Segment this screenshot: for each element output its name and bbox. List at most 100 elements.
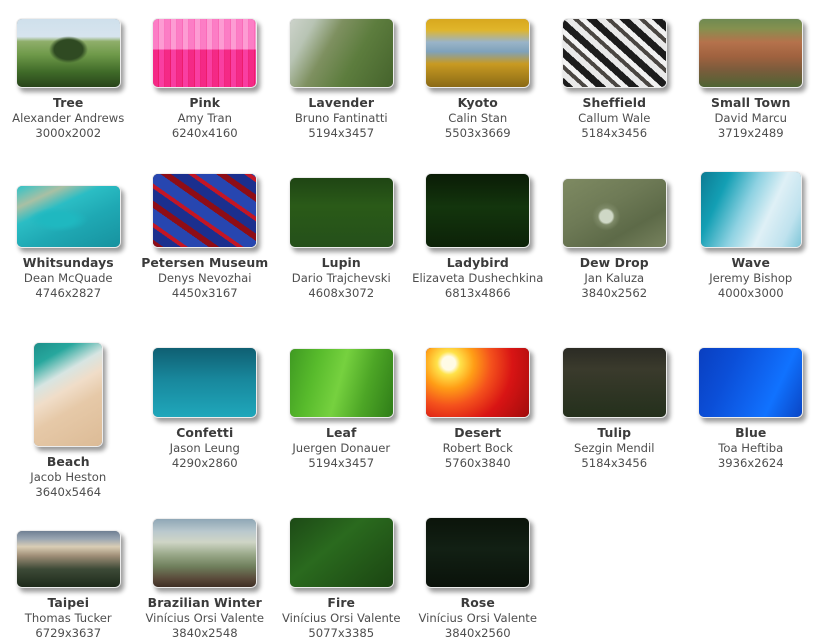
wallpaper-card[interactable]: Kyoto Calin Stan 5503x3669 <box>410 0 547 160</box>
wallpaper-title: Wave <box>731 255 770 270</box>
wallpaper-card[interactable]: Small Town David Marcu 3719x2489 <box>683 0 820 160</box>
wallpaper-card[interactable]: Whitsundays Dean McQuade 4746x2827 <box>0 160 137 330</box>
wallpaper-image <box>34 343 103 447</box>
wallpaper-labels: Confetti Jason Leung 4290x2860 <box>137 425 273 471</box>
wallpaper-dimensions: 6813x4866 <box>444 285 511 300</box>
wallpaper-dimensions: 3936x2624 <box>717 455 784 470</box>
thumbnail-area <box>410 330 547 418</box>
wallpaper-author: Alexander Andrews <box>12 110 125 125</box>
wallpaper-dimensions: 3840x2562 <box>581 285 648 300</box>
wallpaper-image <box>289 178 393 247</box>
wallpaper-labels: Desert Robert Bock 5760x3840 <box>410 425 546 471</box>
wallpaper-title: Lupin <box>321 255 361 270</box>
wallpaper-dimensions: 4450x3167 <box>171 285 238 300</box>
wallpaper-title: Confetti <box>176 425 234 440</box>
wallpaper-thumbnail[interactable] <box>425 173 531 248</box>
thumbnail-area <box>410 0 547 88</box>
wallpaper-dimensions: 3000x2002 <box>35 125 102 140</box>
wallpaper-card[interactable]: Beach Jacob Heston 3640x5464 <box>0 330 137 500</box>
wallpaper-author: Dean McQuade <box>23 270 113 285</box>
wallpaper-card[interactable]: Ladybird Elizaveta Dushechkina 6813x4866 <box>410 160 547 330</box>
wallpaper-thumbnail[interactable] <box>33 342 104 448</box>
wallpaper-title: Pink <box>189 95 221 110</box>
wallpaper-thumbnail[interactable] <box>698 347 804 418</box>
wallpaper-labels: Blue Toa Heftiba 3936x2624 <box>683 425 819 471</box>
wallpaper-labels: Petersen Museum Denys Nevozhai 4450x3167 <box>137 255 273 301</box>
wallpaper-thumbnail[interactable] <box>152 173 258 248</box>
wallpaper-author: Toa Heftiba <box>718 440 784 455</box>
wallpaper-thumbnail[interactable] <box>699 171 802 248</box>
wallpaper-labels: Sheffield Callum Wale 5184x3456 <box>546 95 682 141</box>
wallpaper-title: Dew Drop <box>579 255 649 270</box>
wallpaper-card[interactable]: Petersen Museum Denys Nevozhai 4450x3167 <box>137 160 274 330</box>
wallpaper-title: Leaf <box>326 425 357 440</box>
wallpaper-card[interactable]: Wave Jeremy Bishop 4000x3000 <box>683 160 820 330</box>
thumbnail-area <box>683 330 820 418</box>
wallpaper-author: Jacob Heston <box>30 470 107 485</box>
wallpaper-image <box>289 349 393 417</box>
wallpaper-author: Juergen Donauer <box>292 440 391 455</box>
wallpaper-image <box>699 348 803 417</box>
wallpaper-card[interactable]: Pink Amy Tran 6240x4160 <box>137 0 274 160</box>
wallpaper-thumbnail[interactable] <box>561 347 667 418</box>
wallpaper-card[interactable]: Desert Robert Bock 5760x3840 <box>410 330 547 500</box>
wallpaper-image <box>153 19 257 87</box>
wallpaper-title: Tree <box>53 95 84 110</box>
wallpaper-dimensions: 4290x2860 <box>171 455 238 470</box>
thumbnail-area <box>273 160 410 248</box>
wallpaper-thumbnail[interactable] <box>288 348 394 418</box>
wallpaper-thumbnail[interactable] <box>152 18 258 88</box>
wallpaper-card[interactable]: Rose Vinícius Orsi Valente 3840x2560 <box>410 500 547 644</box>
wallpaper-thumbnail[interactable] <box>698 18 804 88</box>
wallpaper-image <box>562 179 666 247</box>
wallpaper-card[interactable]: Leaf Juergen Donauer 5194x3457 <box>273 330 410 500</box>
wallpaper-labels: Lavender Bruno Fantinatti 5194x3457 <box>273 95 409 141</box>
wallpaper-dimensions: 6240x4160 <box>171 125 238 140</box>
thumbnail-area <box>273 0 410 88</box>
wallpaper-thumbnail[interactable] <box>288 517 394 588</box>
wallpaper-title: Fire <box>327 595 356 610</box>
wallpaper-labels: Fire Vinícius Orsi Valente 5077x3385 <box>273 595 409 641</box>
thumbnail-area <box>273 330 410 418</box>
thumbnail-area <box>0 500 137 588</box>
wallpaper-card[interactable]: Tulip Sezgin Mendil 5184x3456 <box>546 330 683 500</box>
wallpaper-card[interactable]: Blue Toa Heftiba 3936x2624 <box>683 330 820 500</box>
wallpaper-image <box>153 174 257 247</box>
wallpaper-labels: Pink Amy Tran 6240x4160 <box>137 95 273 141</box>
wallpaper-thumbnail[interactable] <box>152 518 258 588</box>
wallpaper-card[interactable]: Lavender Bruno Fantinatti 5194x3457 <box>273 0 410 160</box>
wallpaper-title: Brazilian Winter <box>147 595 262 610</box>
wallpaper-image <box>426 174 530 247</box>
wallpaper-thumbnail[interactable] <box>15 185 121 248</box>
wallpaper-thumbnail[interactable] <box>561 178 667 248</box>
wallpaper-image <box>153 348 257 417</box>
wallpaper-title: Sheffield <box>582 95 647 110</box>
wallpaper-author: Thomas Tucker <box>24 610 112 625</box>
wallpaper-card[interactable]: Tree Alexander Andrews 3000x2002 <box>0 0 137 160</box>
wallpaper-thumbnail[interactable] <box>561 18 667 88</box>
wallpaper-thumbnail[interactable] <box>152 347 258 418</box>
wallpaper-author: Dario Trajchevski <box>291 270 391 285</box>
wallpaper-card[interactable]: Sheffield Callum Wale 5184x3456 <box>546 0 683 160</box>
wallpaper-thumbnail[interactable] <box>425 347 531 418</box>
wallpaper-card[interactable]: Confetti Jason Leung 4290x2860 <box>137 330 274 500</box>
thumbnail-area <box>546 160 683 248</box>
wallpaper-author: Vinícius Orsi Valente <box>145 610 265 625</box>
wallpaper-image <box>699 19 803 87</box>
wallpaper-dimensions: 5184x3456 <box>581 125 648 140</box>
wallpaper-thumbnail[interactable] <box>288 177 394 248</box>
wallpaper-thumbnail[interactable] <box>425 18 531 88</box>
wallpaper-card[interactable]: Brazilian Winter Vinícius Orsi Valente 384… <box>137 500 274 644</box>
wallpaper-thumbnail[interactable] <box>425 517 531 588</box>
wallpaper-card[interactable]: Lupin Dario Trajchevski 4608x3072 <box>273 160 410 330</box>
wallpaper-card[interactable]: Fire Vinícius Orsi Valente 5077x3385 <box>273 500 410 644</box>
wallpaper-author: David Marcu <box>714 110 787 125</box>
wallpaper-thumbnail[interactable] <box>15 530 121 588</box>
wallpaper-author: Vinícius Orsi Valente <box>282 610 401 625</box>
wallpaper-image <box>16 186 120 247</box>
wallpaper-thumbnail[interactable] <box>15 18 121 88</box>
wallpaper-thumbnail[interactable] <box>288 18 394 88</box>
wallpaper-title: Whitsundays <box>22 255 114 270</box>
wallpaper-card[interactable]: Dew Drop Jan Kaluza 3840x2562 <box>546 160 683 330</box>
wallpaper-card[interactable]: Taipei Thomas Tucker 6729x3637 <box>0 500 137 644</box>
